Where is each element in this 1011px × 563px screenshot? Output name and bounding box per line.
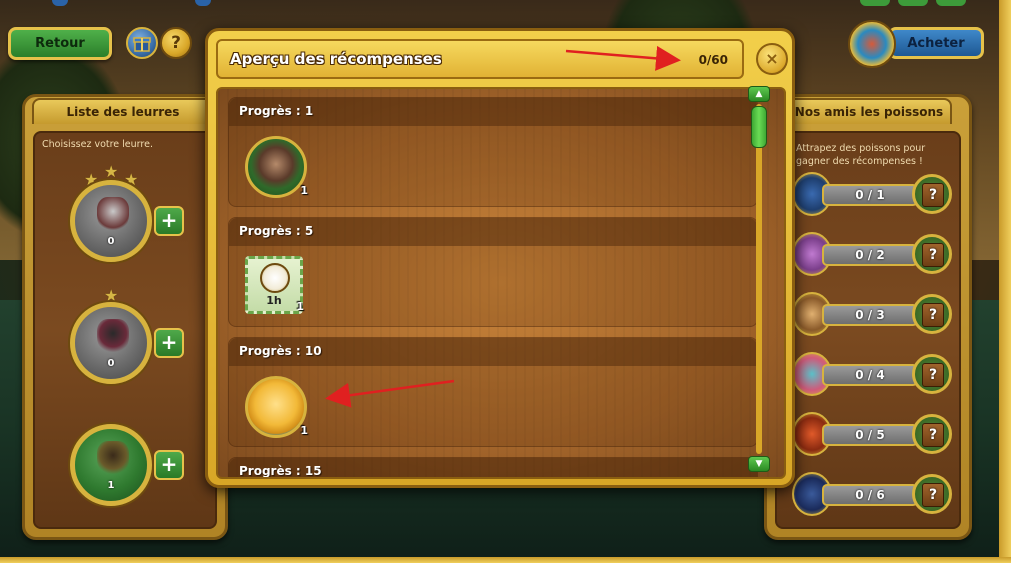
- mystery-box-icon: ?: [922, 363, 944, 387]
- star-icon: ★: [104, 162, 119, 181]
- lure-count: 0: [107, 236, 115, 247]
- top-button-strip: [898, 0, 928, 6]
- mystery-box-icon: ?: [922, 183, 944, 207]
- reward-quantity: 1: [296, 300, 304, 313]
- top-button-strip: [860, 0, 890, 6]
- lure-image: [97, 319, 129, 355]
- fish-reward-button[interactable]: ?: [912, 474, 952, 514]
- buy-button[interactable]: Acheter: [888, 27, 984, 59]
- top-button-strip: [936, 0, 966, 6]
- lure-count: 1: [107, 480, 115, 491]
- rewards-scrollbar[interactable]: ▲ ▼: [748, 86, 770, 474]
- fish-reward-button[interactable]: ?: [912, 414, 952, 454]
- scroll-track[interactable]: [756, 104, 762, 454]
- mystery-box-icon: ?: [922, 243, 944, 267]
- lure-panel-title: Liste des leurres: [32, 98, 214, 124]
- reward-tier-label: Progrès : 15: [239, 464, 322, 478]
- fish-row: 0 / 5 ?: [792, 412, 962, 458]
- frame-border-bottom: [0, 557, 1011, 563]
- lure-slot[interactable]: 0: [70, 180, 152, 262]
- fish-progress: 0 / 4: [822, 364, 918, 386]
- add-lure-button[interactable]: +: [154, 328, 184, 358]
- gold-fish-coin-icon[interactable]: 1: [245, 376, 308, 438]
- reward-quantity: 1: [300, 184, 308, 197]
- modal-progress-counter: 0/60: [698, 53, 728, 67]
- fish-row: 0 / 6 ?: [792, 472, 962, 518]
- back-button[interactable]: Retour: [8, 27, 112, 60]
- fish-progress: 0 / 2: [822, 244, 918, 266]
- timer-duration: 1h: [266, 294, 282, 307]
- frame-border-right: [999, 0, 1011, 563]
- reward-tier: Progrès : 15: [228, 457, 758, 478]
- fish-progress: 0 / 3: [822, 304, 918, 326]
- modal-title: Aperçu des récompenses: [230, 50, 442, 68]
- lure-reward-icon[interactable]: 1: [245, 136, 308, 198]
- scroll-thumb[interactable]: [751, 106, 767, 148]
- fish-panel-hint: Attrapez des poissons pour gagner des ré…: [796, 143, 926, 167]
- fish-row: 0 / 3 ?: [792, 292, 962, 338]
- fish-row: 0 / 2 ?: [792, 232, 962, 278]
- close-button[interactable]: ×: [756, 43, 788, 75]
- reward-tier: Progrès : 10 1: [228, 337, 758, 447]
- lure-image: [97, 441, 129, 477]
- reward-quantity: 1: [300, 424, 308, 437]
- reward-tier-label: Progrès : 1: [239, 104, 314, 118]
- scroll-up-button[interactable]: ▲: [748, 86, 770, 102]
- help-button[interactable]: ?: [160, 27, 192, 59]
- timer-boost-icon[interactable]: 1h 1: [245, 256, 304, 314]
- reward-tier: Progrès : 5 1h 1: [228, 217, 758, 327]
- mystery-box-icon: ?: [922, 423, 944, 447]
- rewards-list: Progrès : 1 1 Progrès : 5 1h 1 Progrès :…: [216, 87, 786, 479]
- fish-row: 0 / 4 ?: [792, 352, 962, 398]
- lure-image: [97, 197, 129, 233]
- reward-tier: Progrès : 1 1: [228, 97, 758, 207]
- fish-row: 0 / 1 ?: [792, 172, 962, 218]
- fish-progress: 0 / 5: [822, 424, 918, 446]
- clock-icon: [260, 263, 290, 293]
- modal-header: Aperçu des récompenses 0/60: [216, 39, 744, 79]
- fish-reward-button[interactable]: ?: [912, 174, 952, 214]
- lure-panel-hint: Choisissez votre leurre.: [42, 139, 153, 150]
- lure-slot-selected[interactable]: 1: [70, 424, 152, 506]
- rewards-overview-modal: Aperçu des récompenses 0/60 × Progrès : …: [205, 28, 795, 488]
- lure-slot[interactable]: 0: [70, 302, 152, 384]
- fish-reward-button[interactable]: ?: [912, 294, 952, 334]
- mystery-box-icon: ?: [922, 303, 944, 327]
- lure-count: 0: [107, 358, 115, 369]
- shop-bundle-icon[interactable]: [848, 20, 896, 68]
- mystery-box-icon: ?: [922, 483, 944, 507]
- add-lure-button[interactable]: +: [154, 206, 184, 236]
- fish-progress: 0 / 6: [822, 484, 918, 506]
- gift-icon: [133, 37, 151, 52]
- fish-reward-button[interactable]: ?: [912, 234, 952, 274]
- fish-progress: 0 / 1: [822, 184, 918, 206]
- fish-reward-button[interactable]: ?: [912, 354, 952, 394]
- fish-panel-title: Nos amis les poissons: [786, 98, 952, 124]
- reward-tier-label: Progrès : 5: [239, 224, 314, 238]
- scroll-down-button[interactable]: ▼: [748, 456, 770, 472]
- gift-icon[interactable]: [126, 27, 158, 59]
- add-lure-button[interactable]: +: [154, 450, 184, 480]
- reward-tier-label: Progrès : 10: [239, 344, 322, 358]
